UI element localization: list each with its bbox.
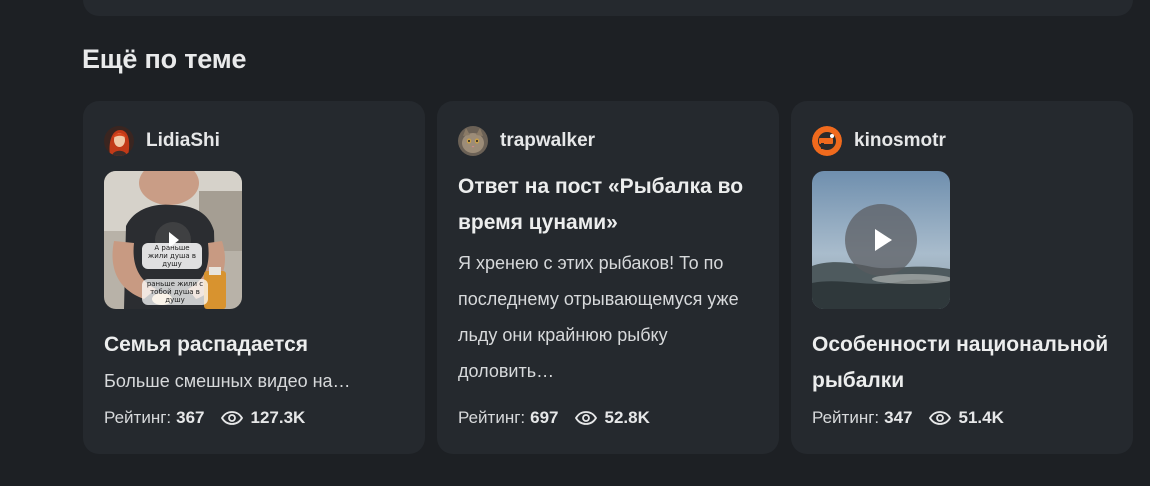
author-name[interactable]: trapwalker bbox=[500, 130, 595, 152]
section-title: Ещё по теме bbox=[82, 44, 247, 74]
views-count: 51.4K bbox=[958, 408, 1004, 427]
post-description: Больше смешных видео на… bbox=[104, 371, 351, 391]
video-caption: А раньше жили душа в душу bbox=[142, 243, 202, 269]
rating-label: Рейтинг: bbox=[812, 408, 880, 427]
post-author[interactable]: kinosmotr bbox=[812, 125, 1112, 157]
post-author[interactable]: trapwalker bbox=[458, 125, 758, 157]
post-card[interactable]: LidiaShi А раньше жили душа в душу раньш… bbox=[83, 101, 425, 454]
author-name[interactable]: kinosmotr bbox=[854, 130, 946, 152]
previous-section-block bbox=[83, 0, 1133, 16]
views-count: 52.8K bbox=[604, 408, 650, 427]
eye-icon bbox=[574, 411, 597, 425]
post-author[interactable]: LidiaShi bbox=[104, 125, 404, 157]
post-meta: Рейтинг: 697 52.8K bbox=[458, 406, 650, 430]
post-meta: Рейтинг: 367 127.3K bbox=[104, 406, 305, 430]
post-card[interactable]: kinosmotr Особенности национальной рыбал… bbox=[791, 101, 1133, 454]
eye-icon bbox=[220, 411, 243, 425]
avatar-redhead-icon[interactable] bbox=[104, 126, 134, 156]
post-title[interactable]: Семья распадается bbox=[104, 327, 404, 363]
post-title[interactable]: Ответ на пост «Рыбалка во время цунами» bbox=[458, 169, 758, 241]
eye-icon bbox=[928, 411, 951, 425]
video-thumbnail[interactable] bbox=[812, 171, 950, 309]
rating-label: Рейтинг: bbox=[104, 408, 172, 427]
play-icon[interactable] bbox=[845, 204, 917, 276]
rating-value: 697 bbox=[530, 408, 559, 427]
views-count: 127.3K bbox=[250, 408, 306, 427]
rating-label: Рейтинг: bbox=[458, 408, 526, 427]
video-caption: раньше жили с тобой душа в душу bbox=[142, 279, 208, 305]
rating-value: 347 bbox=[884, 408, 913, 427]
author-name[interactable]: LidiaShi bbox=[146, 130, 220, 152]
post-description: Я хренею с этих рыбаков! То по последнем… bbox=[458, 253, 739, 381]
post-card[interactable]: trapwalker Ответ на пост «Рыбалка во вре… bbox=[437, 101, 779, 454]
video-thumbnail[interactable]: А раньше жили душа в душу раньше жили с … bbox=[104, 171, 242, 309]
avatar-cat-icon[interactable] bbox=[458, 126, 488, 156]
avatar-kino-icon[interactable] bbox=[812, 126, 842, 156]
post-title[interactable]: Особенности национальной рыбалки bbox=[812, 327, 1112, 399]
rating-value: 367 bbox=[176, 408, 205, 427]
related-posts-list: LidiaShi А раньше жили душа в душу раньш… bbox=[83, 101, 1133, 454]
post-meta: Рейтинг: 347 51.4K bbox=[812, 406, 1004, 430]
